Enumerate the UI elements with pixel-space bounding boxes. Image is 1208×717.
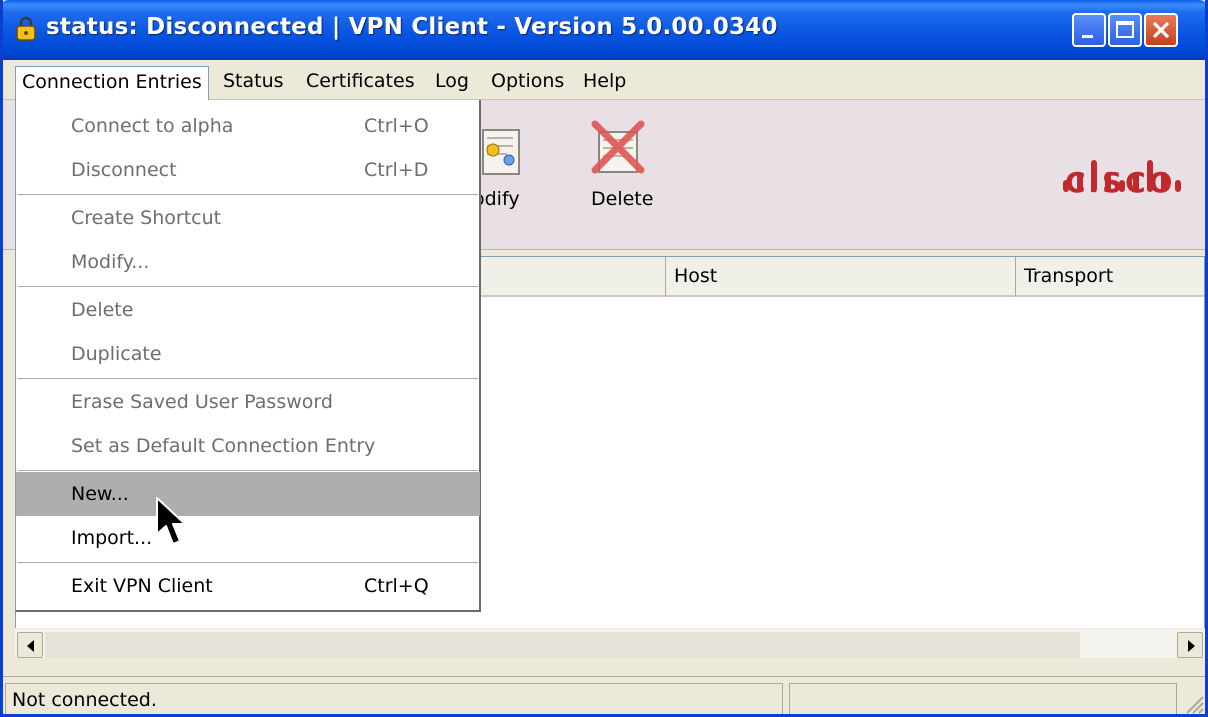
resize-grip-icon (1186, 696, 1204, 714)
mouse-pointer-icon (156, 497, 186, 545)
scroll-left-button[interactable] (17, 632, 43, 658)
horizontal-scrollbar[interactable] (15, 628, 1205, 658)
menu-status[interactable]: Status (217, 68, 290, 96)
menu-connection-entries[interactable]: Connection Entries (15, 66, 209, 100)
menu-item-modify[interactable]: Modify... (16, 240, 480, 284)
status-text: Not connected. (5, 683, 783, 714)
delete-button-label: Delete (591, 188, 654, 210)
scroll-track[interactable] (45, 632, 1080, 658)
column-header-transport[interactable]: Transport (1016, 257, 1204, 297)
menu-certificates[interactable]: Certificates (300, 68, 421, 96)
minimize-button[interactable] (1072, 13, 1106, 47)
minimize-icon (1082, 35, 1093, 38)
menu-item-disconnect[interactable]: Disconnect Ctrl+D (16, 148, 480, 192)
maximize-button[interactable] (1108, 13, 1142, 47)
delete-entry-icon (591, 120, 645, 174)
menu-item-duplicate[interactable]: Duplicate (16, 332, 480, 376)
modify-toolbar-button[interactable]: odify (473, 110, 553, 210)
close-icon (1152, 21, 1170, 39)
menu-item-delete[interactable]: Delete (16, 288, 480, 332)
cisco-logo-text: CISCO (1065, 166, 1176, 199)
scroll-right-button[interactable] (1177, 632, 1203, 658)
status-secondary (789, 683, 1177, 714)
lock-icon (16, 16, 36, 41)
menu-help[interactable]: Help (577, 68, 632, 96)
vpn-client-window: status: Disconnected | VPN Client - Vers… (0, 0, 1208, 717)
connection-entries-menu: Connect to alpha Ctrl+O Disconnect Ctrl+… (15, 100, 481, 612)
menu-options[interactable]: Options (485, 68, 570, 96)
window-title: status: Disconnected | VPN Client - Vers… (46, 14, 778, 40)
arrow-right-icon (1188, 640, 1195, 652)
menu-bar: Connection Entries Status Certificates L… (3, 60, 1205, 100)
menu-item-exit[interactable]: Exit VPN Client Ctrl+Q (16, 564, 480, 608)
delete-toolbar-button[interactable]: Delete (583, 110, 673, 210)
column-header-host[interactable]: Host (666, 257, 1016, 297)
close-button[interactable] (1144, 13, 1178, 47)
menu-item-erase-password[interactable]: Erase Saved User Password (16, 380, 480, 424)
menu-item-new[interactable]: New... (16, 472, 480, 516)
menu-item-set-default[interactable]: Set as Default Connection Entry (16, 424, 480, 468)
menu-item-connect[interactable]: Connect to alpha Ctrl+O (16, 104, 480, 148)
arrow-left-icon (27, 640, 34, 652)
maximize-icon (1116, 21, 1134, 38)
menu-log[interactable]: Log (429, 68, 475, 96)
menu-item-import[interactable]: Import... (16, 516, 480, 560)
title-bar[interactable]: status: Disconnected | VPN Client - Vers… (3, 0, 1205, 60)
status-bar: Not connected. (3, 676, 1205, 714)
menu-item-create-shortcut[interactable]: Create Shortcut (16, 196, 480, 240)
